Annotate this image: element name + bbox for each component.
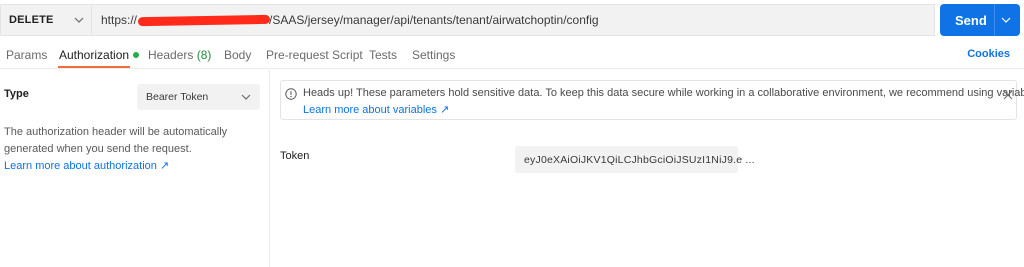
chevron-down-icon[interactable] (1001, 15, 1011, 25)
cookies-link[interactable]: Cookies (967, 48, 1010, 60)
method-label: DELETE (9, 14, 54, 26)
tab-body[interactable]: Body (224, 48, 251, 62)
token-label: Token (280, 150, 310, 162)
auth-type-pane: Type Bearer Token The authorization head… (0, 70, 270, 267)
send-label: Send (955, 12, 987, 28)
chevron-down-icon (241, 94, 251, 100)
status-dot (133, 52, 140, 58)
chevron-down-icon (74, 17, 84, 23)
tab-label: Tests (369, 48, 398, 62)
close-icon[interactable] (1003, 90, 1013, 100)
info-icon (285, 88, 297, 100)
tab-label: Headers (148, 48, 194, 62)
auth-description: The authorization header will be automat… (4, 124, 266, 175)
tab-label: Params (6, 48, 48, 62)
learn-more-authorization-link[interactable]: Learn more about authorization ↗ (4, 160, 169, 172)
tab-label: Body (224, 48, 252, 62)
send-button[interactable]: Send (940, 4, 1020, 36)
request-bar: DELETE https:// /SAAS/jersey/manager/api/… (0, 4, 1024, 37)
sensitive-data-notice: Heads up! These parameters hold sensitiv… (280, 80, 1024, 120)
redaction-mark (137, 14, 271, 27)
tab-label: Pre-request Script (266, 48, 363, 62)
type-label: Type (4, 88, 29, 100)
tab-headers[interactable]: Headers (8) (148, 48, 211, 62)
tab-params[interactable]: Params (6, 48, 47, 62)
tab-label: Authorization (59, 48, 130, 62)
tab-label: Settings (412, 48, 456, 62)
url-input[interactable]: https:// /SAAS/jersey/manager/api/tenants… (91, 4, 935, 36)
active-tab-indicator (58, 66, 130, 68)
tab-authorization[interactable]: Authorization (59, 48, 140, 62)
auth-type-value: Bearer Token (146, 91, 209, 103)
send-divider (994, 4, 995, 36)
auth-type-select[interactable]: Bearer Token (137, 84, 260, 110)
request-tabs: Params Authorization Headers (8) Body Pr… (0, 40, 1024, 69)
url-path: /SAAS/jersey/manager/api/tenants/tenant/… (269, 13, 599, 27)
token-value: eyJ0eXAiOiJKV1QiLCJhbGciOiJSUzI1NiJ9.e .… (524, 153, 755, 166)
tab-pre-request-script[interactable]: Pre-request Script (266, 48, 363, 62)
method-select[interactable]: DELETE (0, 4, 91, 36)
auth-description-text: The authorization header will be automat… (4, 126, 228, 155)
learn-more-variables-link[interactable]: Learn more about variables ↗ (303, 103, 449, 116)
url-prefix: https:// (101, 13, 138, 27)
token-input[interactable]: eyJ0eXAiOiJKV1QiLCJhbGciOiJSUzI1NiJ9.e .… (515, 146, 755, 173)
tab-settings[interactable]: Settings (412, 48, 455, 62)
tab-tests[interactable]: Tests (369, 48, 397, 62)
notice-text: Heads up! These parameters hold sensitiv… (303, 87, 1024, 99)
url-text: https:// /SAAS/jersey/manager/api/tenants… (101, 13, 599, 27)
tab-count: (8) (196, 48, 212, 62)
